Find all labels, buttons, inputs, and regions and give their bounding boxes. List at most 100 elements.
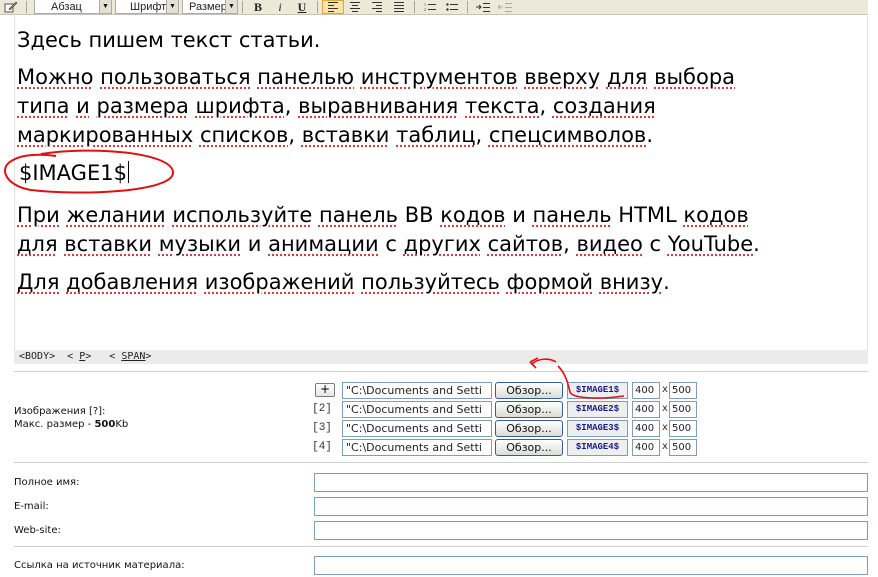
edit-pencil-icon[interactable]	[0, 0, 22, 15]
editor-paragraph: Здесь пишем текст статьи.	[17, 26, 320, 55]
editor-line: типа и размера шрифта, выравнивания текс…	[17, 92, 735, 121]
chevron-down-icon: ▼	[166, 0, 178, 13]
word: вверху	[524, 65, 601, 89]
bold-button[interactable]: B	[247, 0, 269, 14]
word: инструментов	[360, 65, 518, 89]
bracket: <	[109, 351, 116, 362]
add-image-button[interactable]: +	[315, 383, 335, 397]
source-link-field[interactable]	[314, 556, 868, 575]
max-size-prefix: Макс. размер -	[14, 419, 95, 430]
dimension-separator: x	[662, 403, 668, 414]
browse-button[interactable]: Обзор...	[495, 401, 563, 418]
word: музыки	[158, 232, 242, 256]
image-height-input[interactable]: 500	[669, 382, 697, 399]
word: текста	[465, 94, 540, 118]
italic-button[interactable]: i	[269, 0, 291, 14]
image-code-field[interactable]: $IMAGE4$	[567, 439, 628, 456]
indent-icon	[476, 3, 490, 12]
word: размера	[96, 94, 189, 118]
unordered-list-icon	[446, 3, 458, 11]
divider	[14, 462, 868, 464]
ordered-list-icon: 12	[424, 2, 436, 12]
path-p[interactable]: < P>	[67, 351, 97, 362]
chevron-down-icon: ▼	[99, 0, 111, 13]
word: панель	[532, 203, 612, 227]
ordered-list-button[interactable]: 12	[419, 0, 441, 14]
underline-button[interactable]: U	[291, 0, 313, 14]
bracket: >	[85, 351, 92, 362]
path-body[interactable]: <BODY>	[19, 351, 55, 362]
path-span[interactable]: < SPAN>	[109, 351, 157, 362]
image-file-input[interactable]: "C:\Documents and Setti	[342, 420, 492, 437]
image-width-input[interactable]: 400	[632, 439, 660, 456]
word: и	[247, 232, 262, 256]
format-select-value: Абзац	[51, 0, 82, 13]
word: YouTube	[667, 232, 754, 256]
punct: ,	[284, 94, 299, 118]
email-field[interactable]	[314, 497, 868, 516]
size-select-value: Размер	[189, 0, 227, 13]
align-center-button[interactable]	[344, 0, 366, 14]
align-left-button[interactable]	[322, 0, 344, 14]
browse-button[interactable]: Обзор...	[495, 420, 563, 437]
word: используйте	[172, 203, 313, 227]
toolbar-separator	[317, 1, 318, 13]
editor-content-area[interactable]: Здесь пишем текст статьи. Можно пользова…	[4, 16, 868, 350]
full-name-field[interactable]	[314, 473, 868, 492]
word: добавления	[66, 270, 199, 294]
image-file-input[interactable]: "C:\Documents and Setti	[342, 382, 492, 399]
bracket: <	[67, 351, 74, 362]
image-token: $IMAGE1$	[19, 161, 127, 185]
word: с	[385, 232, 397, 256]
outdent-button[interactable]	[494, 0, 516, 14]
bracket: >	[145, 351, 152, 362]
align-justify-icon	[394, 2, 404, 12]
align-justify-button[interactable]	[388, 0, 410, 14]
format-select[interactable]: Абзац ▼	[34, 0, 112, 14]
source-link-label: Ссылка на источник материала:	[14, 560, 185, 571]
word: желании	[66, 203, 166, 227]
dimension-separator: x	[662, 441, 668, 452]
punct: .	[753, 232, 760, 256]
image-width-input[interactable]: 400	[632, 382, 660, 399]
dimension-separator: x	[662, 422, 668, 433]
image-height-input[interactable]: 500	[669, 420, 697, 437]
max-size-label: Макс. размер - 500Kb	[14, 419, 128, 430]
align-right-button[interactable]	[366, 0, 388, 14]
image-height-input[interactable]: 500	[669, 439, 697, 456]
word: и	[512, 203, 526, 227]
website-field[interactable]	[314, 521, 868, 540]
image-file-input[interactable]: "C:\Documents and Setti	[342, 439, 492, 456]
word: Для	[17, 270, 60, 294]
image-code-field[interactable]: $IMAGE1$	[567, 382, 628, 399]
toolbar-separator	[414, 1, 415, 13]
word: изображений	[204, 270, 355, 294]
image-width-input[interactable]: 400	[632, 401, 660, 418]
word: шрифта	[195, 94, 285, 118]
image-file-input[interactable]: "C:\Documents and Setti	[342, 401, 492, 418]
word: кодов	[440, 203, 506, 227]
word: списков	[199, 123, 289, 147]
svg-text:2: 2	[424, 7, 426, 12]
editor-paragraph: Можно пользоваться панелью инструментов …	[17, 63, 735, 150]
browse-button[interactable]: Обзор...	[495, 382, 563, 399]
font-select[interactable]: Шрифт ▼	[115, 0, 179, 14]
image-code-field[interactable]: $IMAGE3$	[567, 420, 628, 437]
word: пользоваться	[100, 65, 251, 89]
editor-line: Можно пользоваться панелью инструментов …	[17, 63, 735, 92]
browse-button[interactable]: Обзор...	[495, 439, 563, 456]
editor-line: для вставки музыки и анимации с других с…	[17, 230, 760, 259]
unordered-list-button[interactable]	[441, 0, 463, 14]
word: видео	[576, 232, 643, 256]
size-select[interactable]: Размер ▼	[182, 0, 238, 14]
indent-button[interactable]	[472, 0, 494, 14]
image-code-field[interactable]: $IMAGE2$	[567, 401, 628, 418]
word: Можно	[17, 65, 94, 89]
word: для	[606, 65, 648, 89]
punct: ,	[563, 232, 577, 256]
image-width-input[interactable]: 400	[632, 420, 660, 437]
chevron-down-icon: ▼	[225, 0, 237, 13]
image-height-input[interactable]: 500	[669, 401, 697, 418]
word: выбора	[654, 65, 736, 89]
word: и	[76, 94, 90, 118]
